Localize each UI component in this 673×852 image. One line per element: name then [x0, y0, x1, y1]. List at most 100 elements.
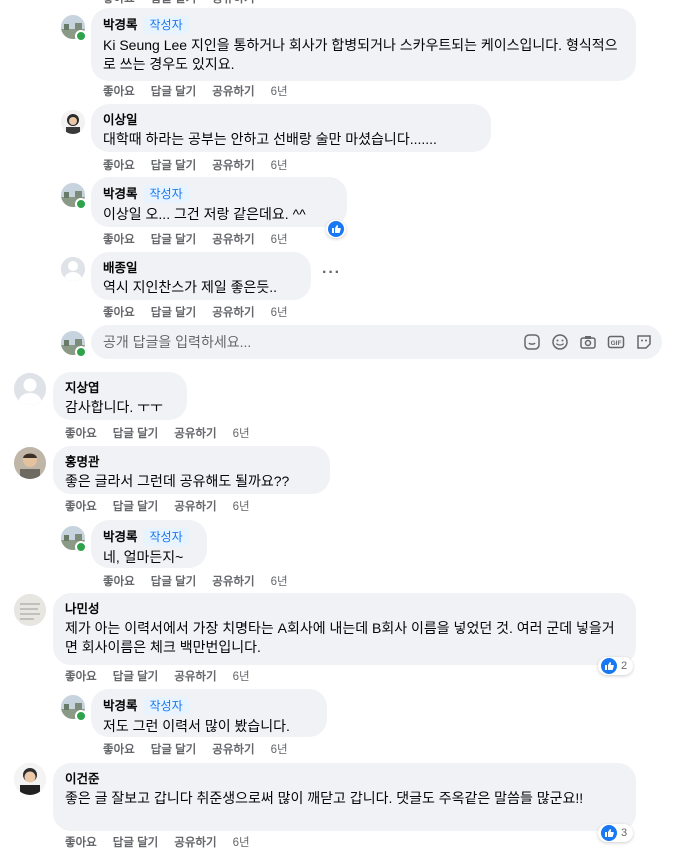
comment-bubble: 홍명관 좋은 글라서 그런데 공유해도 될까요?? [53, 446, 330, 494]
online-indicator [75, 198, 87, 210]
gif-icon[interactable]: GIF [607, 333, 625, 351]
like-link[interactable]: 좋아요 [103, 234, 135, 246]
comment-bubble: 박경록 작성자 Ki Seung Lee 지인을 통하거나 회사가 합병되거나 스… [91, 8, 636, 81]
comment-author[interactable]: 배종일 [103, 261, 138, 275]
comment-actions-top-cut: 좋아요 답글 달기 공유하기 [103, 0, 271, 6]
avatar[interactable] [14, 447, 46, 479]
reaction-count[interactable]: 2 [598, 657, 634, 675]
share-link[interactable]: 공유하기 [212, 160, 254, 172]
avatar[interactable] [61, 257, 85, 281]
online-indicator [75, 710, 87, 722]
comment-time[interactable]: 6년 [271, 86, 288, 98]
like-link[interactable]: 좋아요 [103, 307, 135, 319]
reply-link[interactable]: 답글 달기 [151, 160, 197, 172]
reply-input[interactable]: 공개 답글을 입력하세요... [91, 325, 662, 359]
like-link[interactable]: 좋아요 [103, 160, 135, 172]
comment-author[interactable]: 박경록 [103, 187, 138, 201]
reaction-count[interactable]: 3 [598, 824, 634, 842]
like-link[interactable]: 좋아요 [103, 744, 135, 756]
comment-time[interactable]: 6년 [271, 744, 288, 756]
reply-link[interactable]: 답글 달기 [113, 671, 159, 683]
emoji-icon[interactable] [551, 333, 569, 351]
comment-author[interactable]: 박경록 [103, 699, 138, 713]
avatar[interactable] [61, 110, 85, 134]
like-link[interactable]: 좋아요 [65, 671, 97, 683]
share-link[interactable]: 공유하기 [212, 234, 254, 246]
comment-author[interactable]: 이상일 [103, 113, 138, 127]
comment-text: 감사합니다. ㅜㅜ [65, 399, 163, 415]
reply-link[interactable]: 답글 달기 [151, 307, 197, 319]
share-link[interactable]: 공유하기 [212, 307, 254, 319]
online-indicator [75, 30, 87, 42]
like-icon [328, 221, 344, 237]
reply-link[interactable]: 답글 달기 [151, 0, 197, 5]
comment-time[interactable]: 6년 [233, 501, 250, 513]
share-link[interactable]: 공유하기 [212, 744, 254, 756]
reply-link[interactable]: 답글 달기 [113, 428, 159, 440]
share-link[interactable]: 공유하기 [212, 576, 254, 588]
like-link[interactable]: 좋아요 [103, 0, 135, 5]
comment-actions: 좋아요 답글 달기 공유하기 6년 [103, 157, 304, 173]
reaction-count[interactable] [326, 220, 346, 238]
comment-time[interactable]: 6년 [233, 837, 250, 849]
reply-link[interactable]: 답글 달기 [151, 744, 197, 756]
author-badge: 작성자 [143, 16, 189, 34]
like-link[interactable]: 좋아요 [103, 86, 135, 98]
comment-text: 좋은 글라서 그런데 공유해도 될까요?? [65, 473, 290, 489]
sticker-icon[interactable] [523, 333, 541, 351]
online-indicator [75, 346, 87, 358]
comment-actions: 좋아요 답글 달기 공유하기 6년 [103, 573, 304, 589]
author-badge: 작성자 [143, 185, 189, 203]
comment-time[interactable]: 6년 [271, 576, 288, 588]
reply-link[interactable]: 답글 달기 [113, 837, 159, 849]
comment-time[interactable]: 6년 [271, 234, 288, 246]
avatar-sticker-icon[interactable] [635, 333, 653, 351]
comment-actions: 좋아요 답글 달기 공유하기 6년 [65, 668, 266, 684]
comment-author[interactable]: 홍명관 [65, 455, 100, 469]
share-link[interactable]: 공유하기 [174, 671, 216, 683]
comment-bubble: 박경록 작성자 이상일 오... 그건 저랑 같은데요. ^^ [91, 177, 347, 227]
like-link[interactable]: 좋아요 [65, 428, 97, 440]
share-link[interactable]: 공유하기 [174, 501, 216, 513]
comment-author[interactable]: 박경록 [103, 530, 138, 544]
share-link[interactable]: 공유하기 [174, 837, 216, 849]
avatar[interactable] [14, 373, 46, 405]
like-icon [601, 658, 617, 674]
reply-link[interactable]: 답글 달기 [113, 501, 159, 513]
reply-link[interactable]: 답글 달기 [151, 234, 197, 246]
online-indicator [75, 541, 87, 553]
comment-author[interactable]: 지상엽 [65, 381, 100, 395]
comment-time[interactable]: 6년 [233, 671, 250, 683]
svg-text:GIF: GIF [611, 340, 622, 347]
comment-text: 대학때 하라는 공부는 안하고 선배랑 술만 마셨습니다....... [103, 131, 437, 147]
reaction-number: 3 [621, 827, 628, 839]
comment-author[interactable]: 이건준 [65, 772, 100, 786]
avatar[interactable] [14, 763, 46, 795]
comment-time[interactable]: 6년 [233, 428, 250, 440]
comment-actions: 좋아요 답글 달기 공유하기 6년 [103, 741, 304, 757]
avatar[interactable] [14, 594, 46, 626]
comment-text: 이상일 오... 그건 저랑 같은데요. ^^ [103, 206, 306, 222]
comment-time[interactable]: 6년 [271, 307, 288, 319]
more-icon[interactable]: ··· [322, 264, 341, 282]
like-link[interactable]: 좋아요 [103, 576, 135, 588]
share-link[interactable]: 공유하기 [212, 0, 254, 5]
like-link[interactable]: 좋아요 [65, 837, 97, 849]
comment-bubble: 이상일 대학때 하라는 공부는 안하고 선배랑 술만 마셨습니다....... [91, 104, 491, 152]
like-icon [601, 825, 617, 841]
comment-author[interactable]: 박경록 [103, 18, 138, 32]
comment-text: 저도 그런 이력서 많이 봤습니다. [103, 718, 290, 734]
reply-link[interactable]: 답글 달기 [151, 86, 197, 98]
share-link[interactable]: 공유하기 [212, 86, 254, 98]
comment-time[interactable]: 6년 [271, 160, 288, 172]
share-link[interactable]: 공유하기 [174, 428, 216, 440]
comment-author[interactable]: 나민성 [65, 602, 100, 616]
reply-link[interactable]: 답글 달기 [151, 576, 197, 588]
comment-text: 제가 아는 이력서에서 가장 치명타는 A회사에 내는데 B회사 이름을 넣었던… [65, 620, 615, 655]
comment-actions: 좋아요 답글 달기 공유하기 6년 [65, 425, 266, 441]
comment-text: Ki Seung Lee 지인을 통하거나 회사가 합병되거나 스카우트되는 케… [103, 37, 618, 72]
like-link[interactable]: 좋아요 [65, 501, 97, 513]
comment-bubble: 나민성 제가 아는 이력서에서 가장 치명타는 A회사에 내는데 B회사 이름을… [53, 593, 636, 665]
comment-text: 좋은 글 잘보고 갑니다 취준생으로써 많이 깨닫고 갑니다. 댓글도 주옥같은… [65, 790, 584, 806]
camera-icon[interactable] [579, 333, 597, 351]
